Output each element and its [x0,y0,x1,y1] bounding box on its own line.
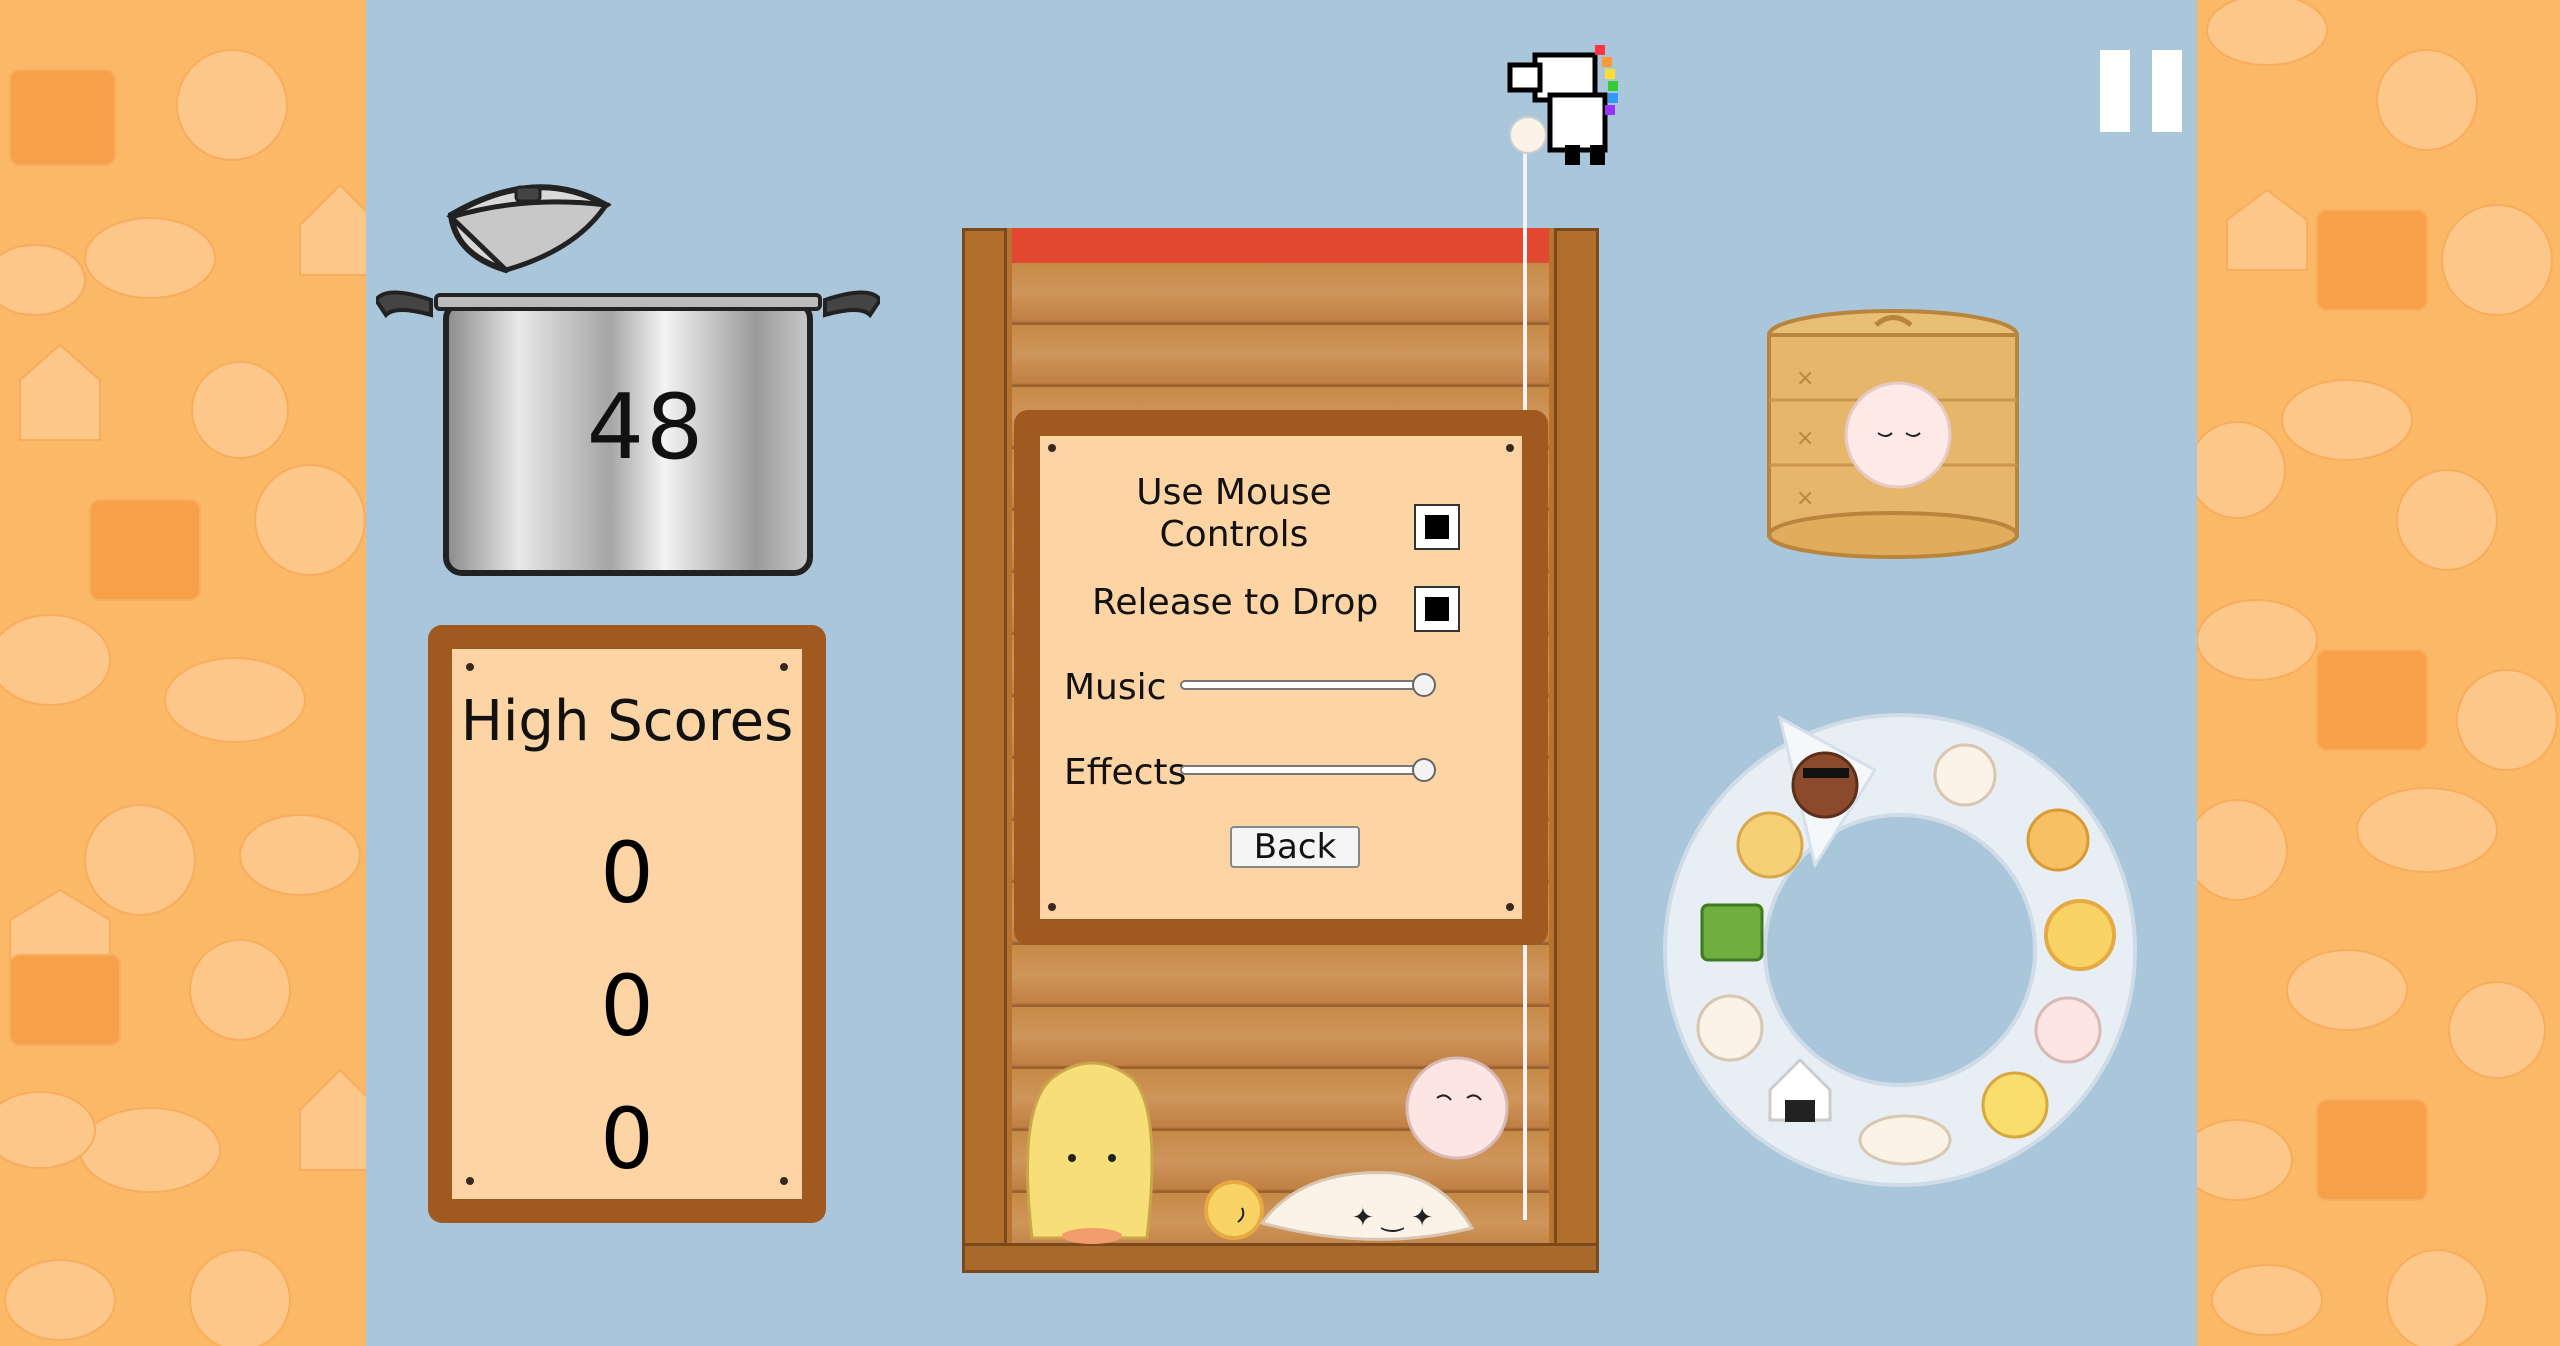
music-slider[interactable] [1180,680,1426,690]
right-pattern-panel [2197,0,2560,1346]
next-item-steamer: × × × [1766,305,2020,560]
danger-line [1012,228,1549,263]
evolution-ring-icon [1663,713,2137,1187]
crate-right-wall [1554,228,1599,1273]
pineapple-bun-icon [1736,811,1804,879]
high-score-1: 0 [600,824,654,922]
bamboo-steamer-icon: × × × [1767,309,2019,559]
release-to-drop-checkbox[interactable] [1414,586,1460,632]
effects-slider[interactable] [1180,765,1426,775]
back-button[interactable]: Back [1230,826,1360,868]
crate-left-wall [962,228,1007,1273]
dumplings-in-crate: ✦ ‿ ✦ [1026,1056,1509,1244]
high-scores-board: High Scores 0 0 0 [428,625,826,1223]
high-score-3: 0 [600,1090,654,1188]
sponge-cake-icon [1026,1061,1154,1240]
score-pot: 48 [373,175,883,585]
nail-icon [1506,444,1514,452]
music-slider-thumb[interactable] [1412,673,1436,697]
svg-text:×: × [1796,426,1814,451]
svg-text:×: × [1796,366,1814,391]
next-bao-icon [1844,381,1952,489]
settings-inner: Use Mouse Controls Release to Drop Music… [1040,436,1522,919]
zongzi-icon [1700,903,1764,962]
current-score: 48 [586,375,706,480]
nail-icon [780,663,788,671]
effects-slider-thumb[interactable] [1412,758,1436,782]
nail-icon [1048,903,1056,911]
fortune-cookie-icon [2026,808,2090,872]
char-siu-bao-icon [1696,994,1764,1062]
dumpling-pattern-right [2197,0,2558,1346]
dino-dropper [1490,35,1660,175]
pause-icon [2100,50,2130,132]
use-mouse-label-line1: Use Mouse [1136,472,1332,513]
dumpling-pattern-left [0,49,366,1346]
music-label: Music [1064,667,1167,708]
nail-icon [1048,444,1056,452]
nail-icon [1506,903,1514,911]
svg-text:✦ ‿ ✦: ✦ ‿ ✦ [1352,1203,1433,1233]
siu-mai-icon [1981,1071,2049,1139]
har-gow-icon [2034,996,2102,1064]
pause-button[interactable] [2100,50,2182,132]
rat-icon [1791,751,1859,819]
use-mouse-label-line2: Controls [1159,514,1309,555]
left-pattern-panel [0,0,366,1346]
gyoza-icon [1858,1114,1952,1166]
held-bao-icon [1509,116,1547,154]
har-gow-icon [1405,1056,1509,1160]
egg-tart-icon [2044,899,2116,971]
high-scores-panel: High Scores 0 0 0 [452,649,802,1199]
pixel-dino-icon [1507,45,1618,165]
effects-label: Effects [1064,752,1187,793]
settings-panel: Use Mouse Controls Release to Drop Music… [1014,410,1548,945]
bao-icon [1933,743,1997,807]
high-scores-title: High Scores [460,689,794,754]
use-mouse-checkbox[interactable] [1414,504,1460,550]
nail-icon [466,663,474,671]
pause-icon-bar [2152,50,2182,132]
egg-tart-icon [1204,1180,1264,1240]
use-mouse-label: Use Mouse Controls [1134,472,1334,556]
high-score-2: 0 [600,957,654,1055]
evolution-wheel [1660,710,2140,1190]
release-to-drop-label: Release to Drop [1092,582,1379,623]
svg-text:×: × [1796,486,1814,511]
